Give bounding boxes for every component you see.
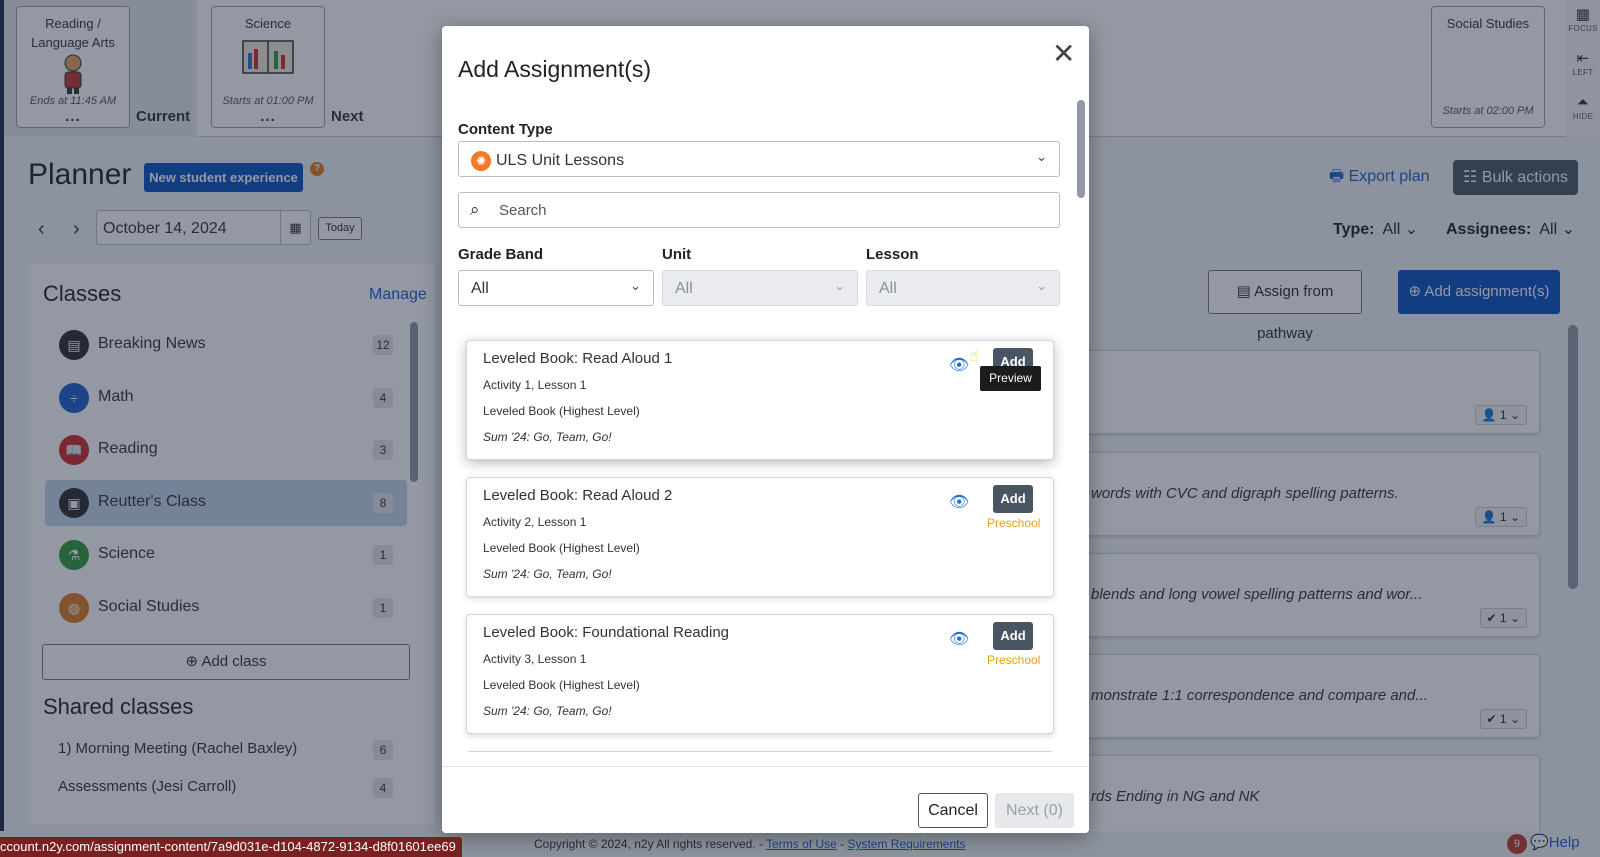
status-bar-url: ccount.n2y.com/assignment-content/7a9d03…: [0, 837, 462, 857]
grade-band-value: All: [471, 280, 489, 297]
lesson-unit: Sum '24: Go, Team, Go!: [483, 430, 612, 444]
lesson-unit: Sum '24: Go, Team, Go!: [483, 567, 612, 581]
lesson-card[interactable]: Leveled Book: Learning How to Choose Boo…: [466, 751, 1054, 752]
content-type-select[interactable]: ✺ ULS Unit Lessons ⌄: [458, 141, 1060, 177]
lesson-activity: Activity 3, Lesson 1: [483, 652, 587, 666]
add-assignments-modal: Add Assignment(s) ✕ Content Type ✺ ULS Un…: [442, 26, 1089, 833]
lesson-list: Leveled Book: Read Aloud 1 Activity 1, Le…: [456, 310, 1064, 752]
grade-band-badge: Preschool: [987, 516, 1041, 530]
lesson-title: Leveled Book: Read Aloud 1: [483, 350, 673, 367]
lesson-activity: Activity 1, Lesson 1: [483, 378, 587, 392]
close-icon[interactable]: ✕: [1052, 40, 1075, 68]
grade-band-label: Grade Band: [458, 246, 544, 263]
search-box: ⌕: [458, 192, 1060, 228]
lesson-level: Leveled Book (Highest Level): [483, 678, 640, 692]
lesson-unit: Sum '24: Go, Team, Go!: [483, 704, 612, 718]
modal-footer: Cancel Next (0): [442, 766, 1089, 833]
lesson-card[interactable]: Leveled Book: Foundational Reading Activi…: [466, 614, 1054, 734]
search-input[interactable]: [499, 199, 1049, 221]
grade-band-badge: Preschool: [987, 653, 1041, 667]
modal-title: Add Assignment(s): [458, 56, 652, 82]
content-type-value: ✺ ULS Unit Lessons: [471, 151, 624, 171]
lesson-card[interactable]: Leveled Book: Read Aloud 1 Activity 1, Le…: [466, 340, 1054, 460]
add-lesson-button[interactable]: Add: [993, 622, 1033, 650]
lesson-select[interactable]: All ⌄: [866, 270, 1060, 306]
lesson-activity: Activity 2, Lesson 1: [483, 515, 587, 529]
grade-band-select[interactable]: All ⌄: [458, 270, 654, 306]
chevron-down-icon: ⌄: [1036, 149, 1047, 164]
cancel-button[interactable]: Cancel: [918, 793, 988, 828]
lesson-title: Leveled Book: Read Aloud 2: [483, 487, 673, 504]
lesson-level: Leveled Book (Highest Level): [483, 541, 640, 555]
unit-value: All: [675, 280, 693, 297]
content-type-label: Content Type: [458, 121, 553, 138]
lesson-title: Leveled Book: Foundational Reading: [483, 624, 730, 641]
content-type-text: ULS Unit Lessons: [496, 152, 625, 170]
hand-cursor-icon: ☝: [969, 348, 979, 365]
uls-logo-icon: ✺: [471, 151, 491, 171]
preview-eye-icon[interactable]: 👁: [949, 355, 969, 375]
lesson-card[interactable]: Leveled Book: Read Aloud 2 Activity 2, Le…: [466, 477, 1054, 597]
modal-scrollbar[interactable]: [1077, 100, 1085, 198]
preview-eye-icon[interactable]: 👁: [949, 492, 969, 512]
lesson-level: Leveled Book (Highest Level): [483, 404, 640, 418]
lesson-label: Lesson: [866, 246, 919, 263]
add-lesson-button[interactable]: Add: [993, 485, 1033, 513]
preview-tooltip: Preview: [980, 366, 1041, 391]
unit-select[interactable]: All ⌄: [662, 270, 858, 306]
chevron-down-icon: ⌄: [834, 278, 845, 293]
next-button[interactable]: Next (0): [995, 793, 1074, 828]
preview-eye-icon[interactable]: 👁: [949, 629, 969, 649]
unit-label: Unit: [662, 246, 692, 263]
search-icon: ⌕: [470, 200, 480, 219]
chevron-down-icon: ⌄: [1036, 278, 1047, 293]
chevron-down-icon: ⌄: [630, 278, 641, 293]
lesson-value: All: [879, 280, 897, 297]
